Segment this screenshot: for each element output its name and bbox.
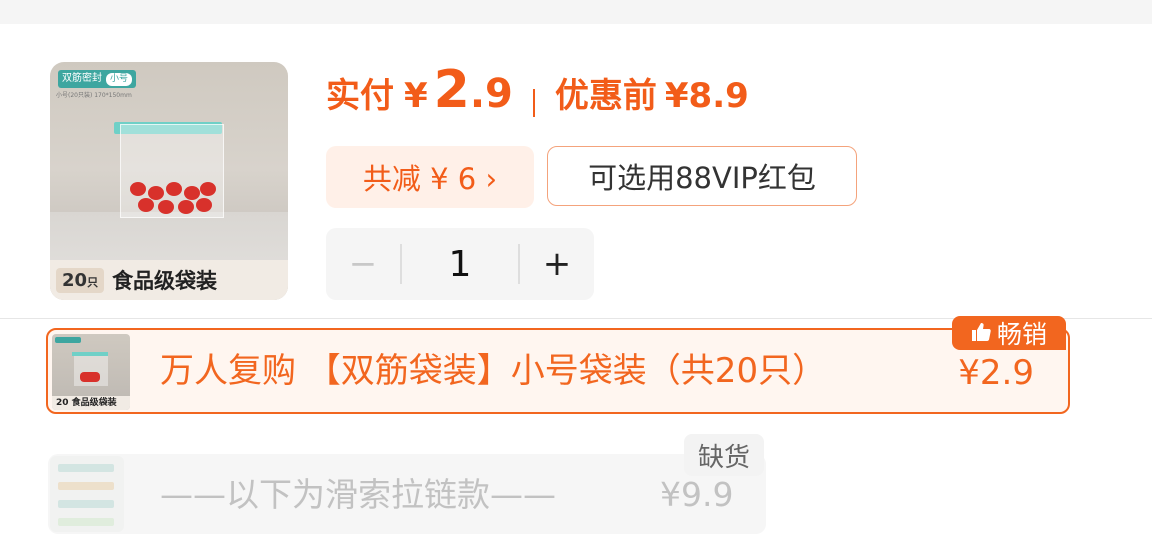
pay-label: 实付 xyxy=(326,76,394,116)
tomato xyxy=(166,182,182,196)
sku-name: ——以下为滑索拉链款—— xyxy=(160,475,556,514)
out-of-stock-badge: 缺货 xyxy=(684,434,764,476)
quantity-stepper: − 1 + xyxy=(326,228,594,300)
price-row: 实付 ¥ 2 .9 优惠前 ¥8.9 xyxy=(326,60,749,130)
thumb-row xyxy=(58,464,114,472)
thumb-row xyxy=(58,500,114,508)
image-count-badge: 20只 xyxy=(56,267,105,293)
product-image: 双筋密封 小号 小号(20只装) 170*150mm 20只 食品级袋装 xyxy=(50,62,288,300)
sku-name: 万人复购 【双筋袋装】小号袋装（共20只） xyxy=(160,351,827,391)
tomato xyxy=(138,198,154,212)
pay-price-decimal: .9 xyxy=(469,71,513,117)
out-of-stock-label: 缺货 xyxy=(697,442,750,473)
quantity-input[interactable]: 1 xyxy=(402,244,518,285)
image-count-unit: 只 xyxy=(87,275,99,289)
tomato xyxy=(196,198,212,212)
tomato xyxy=(158,200,174,214)
image-spec: 小号(20只装) 170*150mm xyxy=(56,92,132,99)
thumb-row xyxy=(58,482,114,490)
sku-option-selected[interactable]: 20 食品级袋装 万人复购 【双筋袋装】小号袋装（共20只） ¥2.9 xyxy=(46,328,1070,414)
pay-currency: ¥ xyxy=(404,76,428,116)
image-tag: 双筋密封 小号 xyxy=(58,70,137,88)
mini-tag xyxy=(55,337,81,343)
decrease-quantity-button[interactable]: − xyxy=(326,244,400,284)
image-count: 20 xyxy=(62,269,88,291)
vip-text: 可选用88VIP红包 xyxy=(588,161,816,195)
tomato xyxy=(200,182,216,196)
mini-tomatoes xyxy=(80,372,100,382)
sku-option-out-of-stock[interactable]: ——以下为滑索拉链款—— ¥9.9 xyxy=(48,454,766,534)
sku-thumbnail xyxy=(50,456,124,532)
top-strip xyxy=(0,0,1152,24)
tomato xyxy=(148,186,164,200)
image-caption: 食品级袋装 xyxy=(112,269,218,293)
sku-thumb-caption: 20 食品级袋装 xyxy=(52,396,130,410)
tomato xyxy=(184,186,200,200)
tomato xyxy=(130,182,146,196)
bestseller-badge: 畅销 xyxy=(952,316,1066,350)
original-price: ¥8.9 xyxy=(664,76,749,116)
sku-thumbnail: 20 食品级袋装 xyxy=(52,334,130,410)
vip-redpacket-button[interactable]: 可选用88VIP红包 xyxy=(547,146,857,206)
price-divider xyxy=(532,89,535,117)
original-price-label: 优惠前 xyxy=(554,76,657,116)
discount-text: 共减 ¥ 6 › xyxy=(362,162,498,196)
bestseller-label: 畅销 xyxy=(996,320,1047,349)
image-bottom-band: 20只 食品级袋装 xyxy=(50,260,288,300)
tomato xyxy=(178,200,194,214)
thumbs-up-icon xyxy=(971,319,991,348)
increase-quantity-button[interactable]: + xyxy=(520,244,594,284)
thumb-row xyxy=(58,518,114,526)
image-tag-label: 双筋密封 xyxy=(62,73,102,84)
pay-price-integer: 2 xyxy=(433,60,470,120)
image-size-tag: 小号 xyxy=(106,72,133,86)
discount-detail-button[interactable]: 共减 ¥ 6 › xyxy=(326,146,534,208)
